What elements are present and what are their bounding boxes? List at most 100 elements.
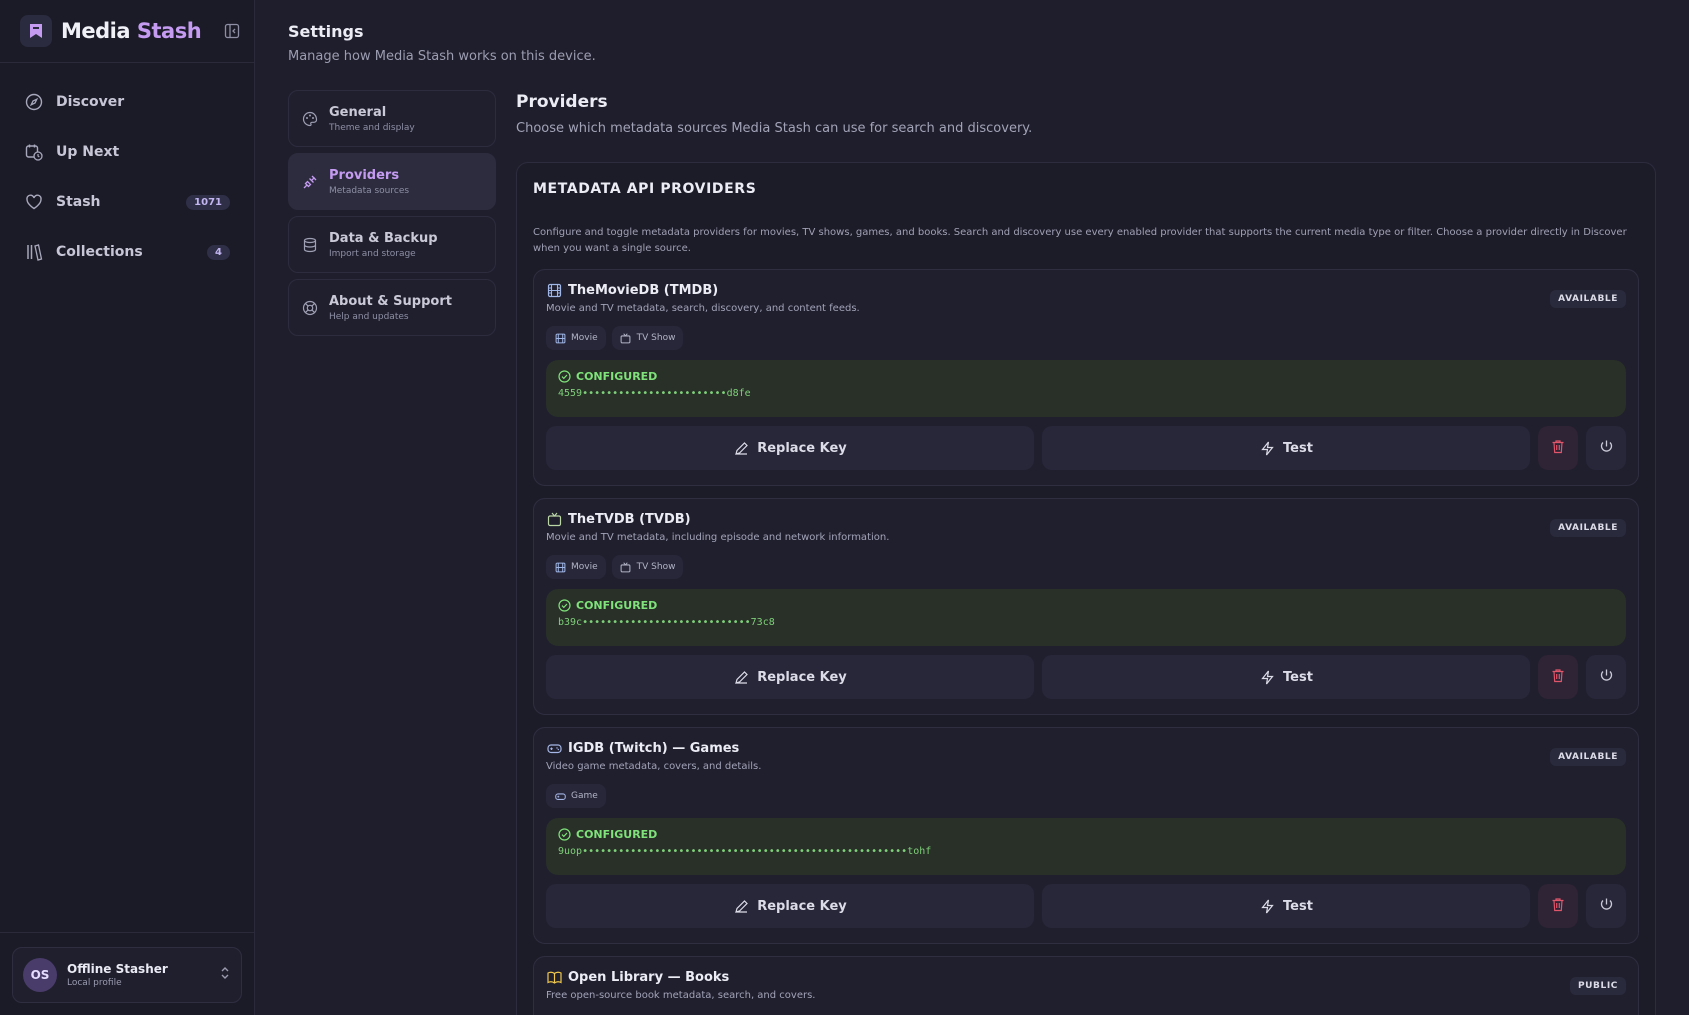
stash-count-badge: 1071 <box>186 194 230 210</box>
tag-label: Game <box>571 791 598 801</box>
status-badge: AVAILABLE <box>1550 748 1626 766</box>
panel-title: METADATA API PROVIDERS <box>533 181 757 197</box>
sidebar-item-discover[interactable]: Discover <box>0 77 254 127</box>
delete-key-button[interactable] <box>1538 426 1578 470</box>
status-badge: PUBLIC <box>1569 977 1626 995</box>
provider-actions: Replace Key Test <box>546 426 1626 470</box>
sidebar-item-label: Stash <box>56 194 101 210</box>
section-subtitle: Choose which metadata sources Media Stas… <box>516 121 1033 136</box>
toggle-provider-button[interactable] <box>1586 884 1626 928</box>
settings-tab-general[interactable]: General Theme and display <box>288 90 496 147</box>
divider <box>0 932 255 933</box>
sidebar-item-label: Up Next <box>56 144 120 160</box>
plug-icon <box>301 173 319 191</box>
zap-icon <box>1259 440 1275 456</box>
provider-name: Open Library — Books <box>568 969 730 985</box>
zap-icon <box>1259 898 1275 914</box>
sidebar-item-collections[interactable]: Collections 4 <box>0 227 254 277</box>
pencil-icon <box>733 440 749 456</box>
provider-card-open-library: Open Library — Books PUBLIC Free open-so… <box>533 956 1639 1015</box>
provider-card-igdb: IGDB (Twitch) — Games AVAILABLE Video ga… <box>533 727 1639 944</box>
tag-movie: Movie <box>546 555 606 579</box>
profile-name: Offline Stasher <box>67 962 168 976</box>
avatar: OS <box>23 958 57 992</box>
provider-actions: Replace Key Test <box>546 655 1626 699</box>
button-label: Replace Key <box>757 440 847 456</box>
button-label: Test <box>1283 440 1313 456</box>
settings-nav: General Theme and display Providers Meta… <box>288 90 496 342</box>
zap-icon <box>1259 669 1275 685</box>
delete-key-button[interactable] <box>1538 884 1578 928</box>
configured-key-box: CONFIGURED 9uop•••••••••••••••••••••••••… <box>546 818 1626 875</box>
tag-label: Movie <box>571 333 598 343</box>
test-button[interactable]: Test <box>1042 426 1530 470</box>
settings-tab-about-support[interactable]: About & Support Help and updates <box>288 279 496 336</box>
status-badge: AVAILABLE <box>1550 290 1626 308</box>
profile-switcher[interactable]: OS Offline Stasher Local profile <box>12 947 242 1003</box>
app-name: Media Stash <box>61 19 202 43</box>
masked-api-key: 9uop••••••••••••••••••••••••••••••••••••… <box>558 846 932 857</box>
sidebar-nav: Discover Up Next Stash 1071 Collections … <box>0 63 254 277</box>
sidebar-item-stash[interactable]: Stash 1071 <box>0 177 254 227</box>
replace-key-button[interactable]: Replace Key <box>546 655 1034 699</box>
app-logo[interactable] <box>20 15 52 47</box>
sidebar-item-up-next[interactable]: Up Next <box>0 127 254 177</box>
power-icon <box>1599 668 1614 687</box>
test-button[interactable]: Test <box>1042 884 1530 928</box>
replace-key-button[interactable]: Replace Key <box>546 884 1034 928</box>
calendar-clock-icon <box>24 142 44 162</box>
check-circle-icon <box>558 828 571 841</box>
collections-count-badge: 4 <box>207 244 230 260</box>
button-label: Replace Key <box>757 669 847 685</box>
chevron-up-down-icon <box>219 965 231 985</box>
settings-tab-providers[interactable]: Providers Metadata sources <box>288 153 496 210</box>
tv-icon <box>546 511 562 527</box>
settings-tab-label: Data & Backup <box>329 230 438 246</box>
compass-icon <box>24 92 44 112</box>
check-circle-icon <box>558 370 571 383</box>
palette-icon <box>301 110 319 128</box>
lifebuoy-icon <box>301 299 319 317</box>
configured-label: CONFIGURED <box>576 828 658 841</box>
brand: Media Stash <box>0 0 254 63</box>
settings-tab-data-backup[interactable]: Data & Backup Import and storage <box>288 216 496 273</box>
media-type-tags: Game <box>546 784 1626 808</box>
database-icon <box>301 236 319 254</box>
media-type-tags: Movie TV Show <box>546 555 1626 579</box>
settings-header: Settings Manage how Media Stash works on… <box>288 22 596 64</box>
provider-description: Video game metadata, covers, and details… <box>546 761 762 772</box>
delete-key-button[interactable] <box>1538 655 1578 699</box>
film-icon <box>546 282 562 298</box>
trash-icon <box>1551 897 1565 916</box>
pencil-icon <box>733 669 749 685</box>
collapse-sidebar-icon[interactable] <box>223 22 241 40</box>
provider-description: Movie and TV metadata, including episode… <box>546 532 890 543</box>
test-button[interactable]: Test <box>1042 655 1530 699</box>
media-type-tags: Movie TV Show <box>546 326 1626 350</box>
tag-movie: Movie <box>546 326 606 350</box>
button-label: Test <box>1283 898 1313 914</box>
masked-api-key: 4559••••••••••••••••••••••••d8fe <box>558 388 751 399</box>
provider-name: IGDB (Twitch) — Games <box>568 740 740 756</box>
power-icon <box>1599 439 1614 458</box>
film-icon <box>554 332 566 344</box>
toggle-provider-button[interactable] <box>1586 426 1626 470</box>
library-icon <box>24 242 44 262</box>
app-name-accent: Stash <box>136 19 202 43</box>
replace-key-button[interactable]: Replace Key <box>546 426 1034 470</box>
toggle-provider-button[interactable] <box>1586 655 1626 699</box>
provider-name: TheMovieDB (TMDB) <box>568 282 719 298</box>
provider-card-tmdb: TheMovieDB (TMDB) AVAILABLE Movie and TV… <box>533 269 1639 486</box>
tag-label: Movie <box>571 562 598 572</box>
providers-section: Providers Choose which metadata sources … <box>516 92 1656 1015</box>
metadata-providers-panel: METADATA API PROVIDERS Configure and tog… <box>516 162 1656 1015</box>
configured-label: CONFIGURED <box>576 370 658 383</box>
provider-description: Movie and TV metadata, search, discovery… <box>546 303 860 314</box>
book-open-icon <box>546 969 562 985</box>
page-subtitle: Manage how Media Stash works on this dev… <box>288 49 596 64</box>
settings-tab-desc: Import and storage <box>329 248 416 259</box>
check-circle-icon <box>558 599 571 612</box>
sidebar-item-label: Discover <box>56 94 125 110</box>
sidebar-item-label: Collections <box>56 244 143 260</box>
app-name-main: Media <box>61 19 131 43</box>
